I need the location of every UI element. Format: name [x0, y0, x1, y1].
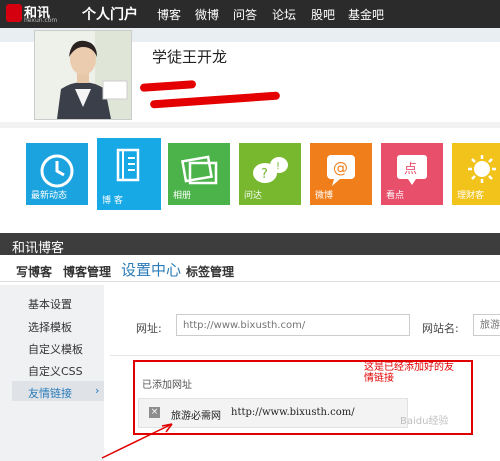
divider [0, 122, 500, 128]
annotation-note: 这是已经添加好的友情链接 [364, 362, 454, 384]
blog-header-bar [0, 233, 500, 255]
site-name-input[interactable] [474, 315, 500, 335]
nav-item-forum[interactable]: 论坛 [272, 6, 296, 23]
tab-divider [0, 281, 500, 282]
hexun-logo[interactable]: 和讯 hexun.com [6, 2, 76, 26]
nav-item-qa[interactable]: 问答 [233, 6, 257, 23]
app-tile-label: 博 客 [102, 196, 123, 206]
nav-personal-portal[interactable]: 个人门户 [82, 4, 138, 24]
app-tile-label: 微博 [315, 191, 334, 201]
url-field[interactable] [176, 314, 410, 336]
nav-item-fund[interactable]: 基金吧 [348, 6, 384, 23]
url-label: 网址: [136, 322, 162, 335]
site-name-label: 网站名: [422, 322, 459, 335]
app-tile-blog[interactable]: 博 客 [97, 138, 161, 210]
at-icon: @ [327, 155, 355, 186]
app-tile-latest[interactable]: 最新动态 [26, 143, 88, 205]
top-nav: 和讯 hexun.com 个人门户 博客 微博 问答 论坛 股吧 基金吧 [0, 0, 500, 28]
blog-header-title: 和讯博客 [12, 241, 65, 256]
sidebar-item-custom-template[interactable]: 自定义模板 [28, 341, 83, 357]
app-tile-label: 问达 [244, 191, 263, 201]
point-icon: 点 [397, 155, 427, 185]
app-tile-qa[interactable]: ? ! 问达 [239, 143, 301, 205]
redaction-mark [149, 91, 281, 109]
username: 学徒王开龙 [152, 48, 228, 66]
app-tile-label: 最新动态 [31, 191, 68, 201]
redaction-mark [139, 80, 197, 92]
clock-icon [40, 154, 74, 188]
nav-item-guba[interactable]: 股吧 [311, 6, 335, 23]
svg-text:?: ? [261, 167, 268, 182]
logo-sub: hexun.com [24, 17, 58, 24]
photo-icon [181, 155, 218, 185]
hexun-logo-mark [6, 4, 22, 22]
chevron-right-icon: › [95, 384, 100, 397]
tab-settings-center[interactable]: 设置中心 [121, 259, 181, 280]
tab-write-blog[interactable]: 写博客 [16, 263, 52, 280]
site-name-field[interactable] [473, 314, 500, 336]
app-tile-album[interactable]: 相册 [168, 143, 230, 205]
app-tile-weibo[interactable]: @ 微博 [310, 143, 372, 205]
annotation-arrow [101, 423, 173, 459]
form-divider [110, 355, 500, 356]
app-tile-label: 相册 [173, 191, 192, 201]
svg-text:点: 点 [404, 162, 417, 177]
nav-item-weibo[interactable]: 微博 [195, 6, 219, 23]
watermark: Baidu经验 [400, 416, 449, 427]
book-icon [116, 148, 140, 182]
avatar[interactable] [34, 30, 132, 120]
nav-item-blog[interactable]: 博客 [157, 6, 181, 23]
sidebar-item-custom-css[interactable]: 自定义CSS [28, 363, 83, 379]
tab-blog-manage[interactable]: 博客管理 [63, 263, 111, 280]
avatar-photo [35, 31, 131, 119]
svg-text:@: @ [333, 159, 348, 177]
app-tile-kandian[interactable]: 点 看点 [381, 143, 443, 205]
app-tile-licaike[interactable]: 理财客 [452, 143, 500, 205]
sidebar-item-basic-settings[interactable]: 基本设置 [28, 296, 72, 312]
svg-text:!: ! [276, 161, 280, 172]
app-tile-label: 看点 [386, 191, 405, 201]
tab-tag-manage[interactable]: 标签管理 [186, 263, 234, 280]
app-tile-label: 理财客 [457, 191, 485, 201]
sun-icon [468, 155, 496, 183]
sidebar-item-choose-template[interactable]: 选择模板 [28, 319, 72, 335]
question-icon: ? ! [253, 157, 288, 183]
sidebar-item-friend-links[interactable]: 友情链接 [28, 385, 72, 401]
url-input[interactable] [177, 315, 409, 335]
